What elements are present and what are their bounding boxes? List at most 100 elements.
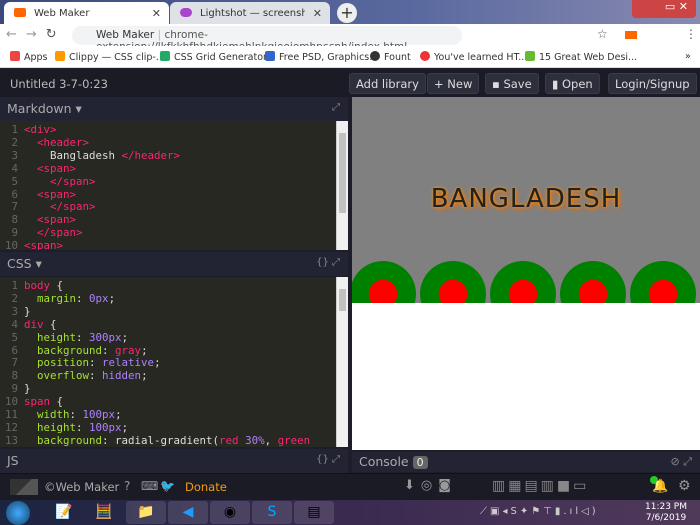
bookmark-icon — [265, 51, 275, 61]
line-number: 13 — [4, 433, 18, 447]
preview-frame[interactable]: BANGLADESH — [352, 97, 700, 450]
time: 11:23 PM — [645, 502, 687, 512]
system-tray[interactable]: ⟋▣◂S✦⚑⊤▮.ıl◁) — [480, 506, 599, 517]
taskbar: 📝 🧮 📁 ◀ ◉ S ▤ ⟋▣◂S✦⚑⊤▮.ıl◁) 11:23 PM 7/6/… — [0, 500, 700, 525]
taskbar-explorer[interactable]: 📁 — [126, 501, 166, 524]
new-button[interactable]: + New — [427, 73, 480, 94]
flag-circle — [420, 261, 486, 303]
twitter-icon[interactable]: 🐦 — [160, 479, 175, 493]
vue-icon — [160, 51, 170, 61]
bell-icon[interactable]: 🔔 — [652, 479, 668, 494]
save-icon: ▪ — [492, 77, 500, 91]
expand-icon[interactable]: ⤢ — [332, 257, 340, 268]
taskbar-chrome[interactable]: ◉ — [210, 501, 250, 524]
project-title[interactable]: Untitled 3-7-0:23 — [10, 77, 108, 91]
start-button[interactable] — [6, 501, 30, 525]
panel-title: Markdown ▾ — [7, 101, 82, 116]
address-bar: ←→↻ Web Maker | chrome-extension://lkfkk… — [0, 24, 700, 53]
clear-console-icon[interactable]: ⊘ ⤢ — [670, 455, 692, 469]
bookmark[interactable]: 15 Great Web Desi... — [525, 51, 637, 63]
new-tab-button[interactable]: + — [337, 3, 357, 23]
tab-web-maker[interactable]: Web Maker ✕ — [4, 2, 169, 24]
markdown-panel-header[interactable]: Markdown ▾ ⤢ — [0, 97, 348, 121]
extension-icon[interactable] — [625, 31, 637, 39]
more-bookmarks[interactable]: » — [685, 51, 691, 62]
clock[interactable]: 11:23 PM 7/6/2019 — [645, 502, 687, 524]
webmaker-icon — [14, 8, 26, 17]
nav-buttons[interactable]: ←→↻ — [6, 27, 66, 42]
line-number: 1 — [11, 123, 18, 136]
bookmark[interactable]: You've learned HT... — [420, 51, 527, 63]
bookmark[interactable]: Apps — [10, 51, 48, 63]
expand-icon[interactable]: ⤢ — [332, 454, 340, 465]
close-icon[interactable]: ✕ — [313, 7, 322, 20]
html-editor[interactable]: 1 <div> 2 <header> 3 Bangladesh </header> 4 … — [0, 121, 348, 250]
format-icon[interactable]: {} — [316, 454, 329, 465]
layout-buttons[interactable]: ▥▦▤▥■▭ — [492, 478, 589, 494]
css-editor[interactable]: 1 body {2 margin: 0px; 3} 4 div {5 height: 3… — [0, 277, 348, 447]
login-button[interactable]: Login/Signup — [608, 73, 697, 94]
brand-link[interactable]: ©Web Maker — [44, 480, 119, 494]
tab-label: Web Maker — [34, 8, 90, 19]
download-icon[interactable]: ⬇◎◙ — [404, 478, 457, 493]
donate-link[interactable]: Donate — [185, 480, 227, 494]
line-number: 5 — [11, 330, 18, 344]
console-label: Console — [359, 454, 409, 469]
webmaker-logo — [10, 479, 38, 495]
js-panel-header[interactable]: JS {} ⤢ — [0, 449, 348, 473]
save-button[interactable]: ▪ Save — [485, 73, 539, 94]
taskbar-app[interactable]: ▤ — [294, 501, 334, 524]
bookmark[interactable]: Free PSD, Graphics... — [265, 51, 378, 63]
url-input[interactable]: Web Maker | chrome-extension://lkfkkhfhh… — [72, 26, 462, 53]
tab-label: Lightshot — screenshot tool for M — [200, 8, 305, 19]
line-number: 5 — [11, 174, 18, 188]
format-icon[interactable]: {} — [316, 257, 329, 268]
bookmark[interactable]: Fount — [370, 51, 411, 63]
save-label: Save — [503, 77, 532, 91]
code-line: 10 <span> — [0, 239, 348, 250]
panel-actions[interactable]: {} ⤢ — [316, 257, 340, 268]
globe-icon — [370, 51, 380, 61]
add-library-button[interactable]: Add library — [349, 73, 426, 94]
console-bar[interactable]: Console 0 ⊘ ⤢ — [352, 452, 700, 472]
panel-actions[interactable]: {} ⤢ — [316, 454, 340, 465]
code-line: 3} — [0, 305, 348, 319]
taskbar-app[interactable]: 📝 — [44, 501, 84, 524]
line-number: 4 — [11, 161, 18, 175]
panel-title: CSS ▾ — [7, 256, 42, 271]
star-icon[interactable]: ☆ — [597, 27, 608, 41]
flag-circle — [560, 261, 626, 303]
css-panel-header[interactable]: CSS ▾ {} ⤢ — [0, 252, 348, 276]
menu-icon[interactable]: ⋮ — [685, 27, 697, 41]
bookmark[interactable]: CSS Grid Generator... — [160, 51, 275, 63]
bookmark-label: Clippy — CSS clip-... — [69, 52, 165, 63]
open-button[interactable]: ▮ Open — [545, 73, 600, 94]
close-icon[interactable]: ✕ — [152, 7, 161, 20]
tab-bar: Web Maker ✕ Lightshot — screenshot tool f… — [0, 0, 700, 24]
expand-icon[interactable]: ⤢ — [332, 102, 340, 113]
console-count-badge: 0 — [412, 456, 428, 469]
scrollbar[interactable] — [336, 121, 348, 250]
settings-icon[interactable]: ⚙ — [678, 478, 691, 494]
site-name: Web Maker — [96, 29, 155, 41]
taskbar-vscode[interactable]: ◀ — [168, 501, 208, 524]
help-icon[interactable]: ? — [124, 479, 130, 493]
feather-icon — [180, 8, 192, 17]
flag-circle — [630, 261, 696, 303]
window-close-button[interactable]: ▭ ✕ — [632, 0, 696, 18]
footer: ©Web Maker ? ⌨ 🐦 Donate ⬇◎◙ ▥▦▤▥■▭ 🔔 ⚙ — [0, 473, 700, 500]
keyboard-icon[interactable]: ⌨ — [141, 479, 158, 493]
line-number: 2 — [11, 291, 18, 305]
bookmark-label: You've learned HT... — [434, 52, 528, 63]
open-label: Open — [562, 77, 593, 91]
tab-lightshot[interactable]: Lightshot — screenshot tool for M ✕ — [170, 2, 330, 24]
flag-circle — [352, 261, 416, 303]
file-icon: ▮ — [552, 77, 559, 91]
app-header: Untitled 3-7-0:23 Add library + New ▪ Sa… — [0, 70, 700, 97]
code-line: 2 margin: 0px; — [0, 291, 348, 306]
bookmark[interactable]: Clippy — CSS clip-... — [55, 51, 165, 63]
code-line: 8 overflow: hidden; — [0, 369, 348, 383]
taskbar-skype[interactable]: S — [252, 501, 292, 524]
scrollbar[interactable] — [336, 277, 348, 447]
taskbar-app[interactable]: 🧮 — [84, 501, 124, 524]
